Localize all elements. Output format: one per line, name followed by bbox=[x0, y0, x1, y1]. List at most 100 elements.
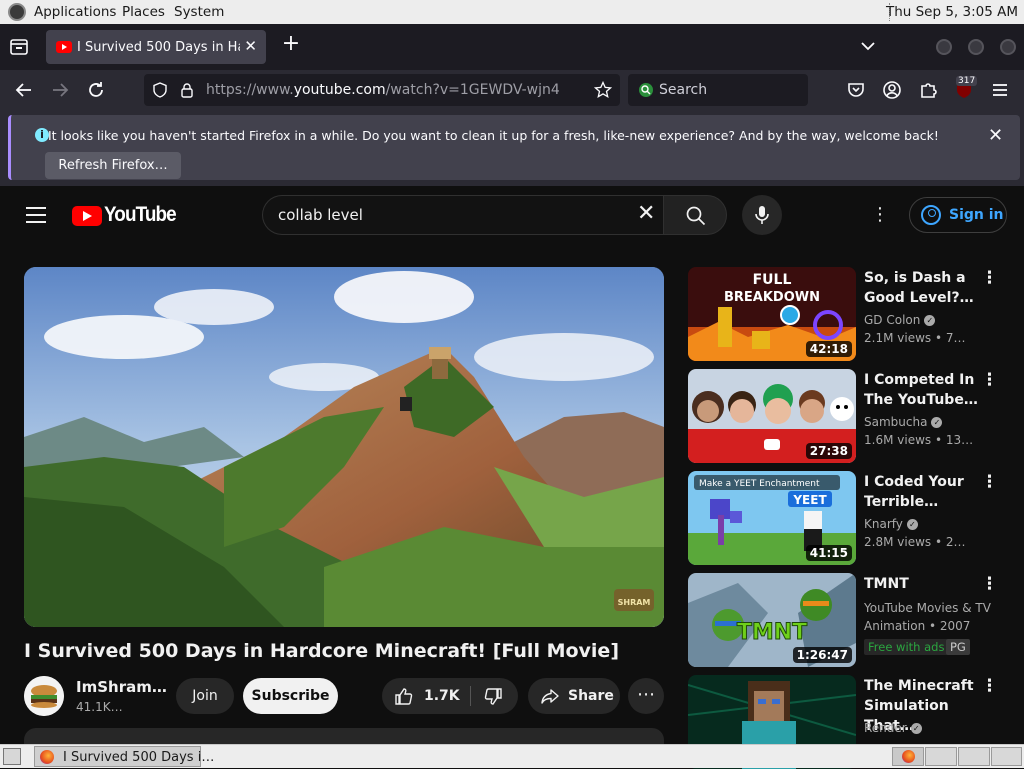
youtube-search-button[interactable] bbox=[663, 195, 727, 235]
forward-arrow-icon[interactable] bbox=[48, 78, 72, 102]
youtube-search-input[interactable]: collab level ✕ bbox=[262, 195, 664, 235]
recommendation-title[interactable]: TMNT bbox=[864, 574, 982, 594]
recommendation-item[interactable]: 27:38 I Competed In The YouTube… Sambuch… bbox=[688, 369, 1018, 463]
video-thumbnail[interactable]: TMNT 1:26:47 bbox=[688, 573, 856, 667]
notification-close-icon[interactable]: ✕ bbox=[988, 125, 1003, 146]
gnome-foot-icon[interactable] bbox=[8, 3, 26, 21]
thumb-text-line2: BREAKDOWN bbox=[724, 290, 820, 305]
channel-avatar[interactable] bbox=[24, 676, 64, 716]
video-thumbnail[interactable]: FULL BREAKDOWN 42:18 bbox=[688, 267, 856, 361]
voice-search-button[interactable] bbox=[742, 195, 782, 235]
show-desktop-icon[interactable] bbox=[3, 748, 21, 765]
tracking-protection-shield-icon[interactable] bbox=[152, 82, 168, 98]
youtube-wordmark[interactable]: YouTube bbox=[104, 203, 177, 227]
svg-text:SHRAM: SHRAM bbox=[618, 598, 651, 607]
channel-label: Render bbox=[864, 721, 907, 735]
join-button[interactable]: Join bbox=[176, 678, 234, 714]
youtube-favicon-icon bbox=[56, 41, 72, 53]
clock[interactable]: Thu Sep 5, 3:05 AM bbox=[886, 4, 1018, 20]
workspace-2[interactable] bbox=[925, 747, 957, 766]
video-frame-minecraft-landscape: SHRAM bbox=[24, 267, 664, 627]
tab-close-icon[interactable]: ✕ bbox=[244, 37, 257, 55]
url-text[interactable]: https://www.youtube.com/watch?v=1GEWDV-w… bbox=[206, 82, 560, 98]
channel-name[interactable]: ImShram… bbox=[76, 678, 167, 696]
recommendation-channel[interactable]: Sambucha ✓ bbox=[864, 415, 943, 429]
account-circle-icon bbox=[921, 205, 941, 225]
recommendation-item[interactable]: YEET Make a YEET Enchantment 41:15 I Cod… bbox=[688, 471, 1018, 565]
action-menu-icon[interactable]: ⋮ bbox=[981, 269, 998, 287]
settings-more-icon[interactable]: ⋮ bbox=[870, 204, 890, 226]
web-search-bar[interactable]: Search bbox=[628, 74, 808, 106]
hamburger-menu-icon[interactable] bbox=[988, 78, 1012, 102]
recommendation-channel[interactable]: YouTube Movies & TV bbox=[864, 601, 991, 615]
more-actions-icon[interactable]: ⋯ bbox=[628, 678, 664, 714]
recommendation-channel[interactable]: GD Colon ✓ bbox=[864, 313, 936, 327]
video-player[interactable]: SHRAM bbox=[24, 267, 664, 627]
clear-search-icon[interactable]: ✕ bbox=[637, 202, 655, 226]
window-maximize-button[interactable] bbox=[968, 39, 984, 55]
workspace-4[interactable] bbox=[991, 747, 1022, 766]
subscribe-button[interactable]: Subscribe bbox=[243, 678, 338, 714]
action-menu-icon[interactable]: ⋮ bbox=[981, 575, 998, 593]
tab-strip: I Survived 500 Days in Hardcore Minecraf… bbox=[0, 24, 1024, 70]
firefox-view-icon[interactable] bbox=[8, 36, 30, 58]
workspace-1[interactable] bbox=[892, 747, 924, 766]
bookmark-star-icon[interactable] bbox=[594, 81, 612, 99]
url-prefix: https://www. bbox=[206, 82, 294, 98]
recommendation-title[interactable]: I Coded Your Terrible… bbox=[864, 472, 982, 512]
video-duration: 1:26:47 bbox=[792, 647, 852, 663]
youtube-logo-icon[interactable] bbox=[72, 206, 102, 226]
taskbar-window-label: I Survived 500 Days i… bbox=[63, 750, 215, 765]
tab-active[interactable]: I Survived 500 Days in Hardcore Minecraf… bbox=[46, 30, 266, 64]
video-duration: 41:15 bbox=[805, 545, 852, 561]
recommendation-item[interactable]: TMNT 1:26:47 TMNT YouTube Movies & TV An… bbox=[688, 573, 1018, 667]
like-button[interactable]: 1.7K bbox=[382, 678, 470, 714]
share-button[interactable]: Share bbox=[528, 678, 620, 714]
window-close-button[interactable] bbox=[1000, 39, 1016, 55]
guide-menu-icon[interactable] bbox=[26, 207, 46, 223]
reload-icon[interactable] bbox=[84, 78, 108, 102]
search-query[interactable]: collab level bbox=[278, 206, 363, 224]
url-bar[interactable]: https://www.youtube.com/watch?v=1GEWDV-w… bbox=[144, 74, 620, 106]
channel-label: Sambucha bbox=[864, 415, 928, 429]
refresh-firefox-button[interactable]: Refresh Firefox… bbox=[45, 152, 181, 179]
video-duration: 27:38 bbox=[805, 443, 852, 459]
dislike-button[interactable] bbox=[471, 678, 518, 714]
verified-check-icon: ✓ bbox=[910, 723, 922, 734]
recommendation-title[interactable]: So, is Dash a Good Level?… bbox=[864, 268, 982, 308]
burger-logo-icon bbox=[24, 676, 64, 716]
taskbar-window-firefox[interactable]: I Survived 500 Days i… bbox=[34, 746, 214, 767]
system-menu[interactable]: System bbox=[174, 4, 224, 20]
pocket-icon[interactable] bbox=[844, 78, 868, 102]
list-all-tabs-chevron-icon[interactable] bbox=[860, 38, 876, 54]
places-menu[interactable]: Places bbox=[122, 4, 165, 20]
applications-menu[interactable]: Applications bbox=[34, 4, 116, 20]
new-tab-button[interactable]: + bbox=[280, 33, 302, 57]
back-arrow-icon[interactable] bbox=[12, 78, 36, 102]
share-arrow-icon bbox=[541, 689, 559, 704]
description-box[interactable] bbox=[24, 728, 664, 744]
recommendation-item[interactable]: FULL BREAKDOWN 42:18 So, is Dash a Good … bbox=[688, 267, 1018, 361]
padlock-icon[interactable] bbox=[180, 82, 194, 98]
extensions-puzzle-icon[interactable] bbox=[916, 78, 940, 102]
action-menu-icon[interactable]: ⋮ bbox=[981, 677, 998, 695]
video-thumbnail[interactable]: YEET Make a YEET Enchantment 41:15 bbox=[688, 471, 856, 565]
recommendation-channel[interactable]: Render ✓ bbox=[864, 721, 922, 735]
window-minimize-button[interactable] bbox=[936, 39, 952, 55]
workspace-3[interactable] bbox=[958, 747, 990, 766]
action-menu-icon[interactable]: ⋮ bbox=[981, 371, 998, 389]
recommendation-title[interactable]: I Competed In The YouTube… bbox=[864, 370, 982, 410]
account-icon[interactable] bbox=[880, 78, 904, 102]
recommendation-meta: Animation • 2007 bbox=[864, 619, 971, 633]
sign-in-label: Sign in bbox=[949, 207, 1004, 223]
recommendation-channel[interactable]: Knarfy ✓ bbox=[864, 517, 918, 531]
ublock-count-badge: 317 bbox=[956, 76, 978, 86]
like-count: 1.7K bbox=[424, 688, 460, 704]
video-thumbnail[interactable]: 27:38 bbox=[688, 369, 856, 463]
bottom-taskbar: I Survived 500 Days i… bbox=[0, 744, 1024, 768]
recommendation-meta: 2.8M views • 2… bbox=[864, 535, 966, 549]
sign-in-button[interactable]: Sign in bbox=[909, 197, 1007, 233]
action-menu-icon[interactable]: ⋮ bbox=[981, 473, 998, 491]
workspace-firefox-icon bbox=[902, 750, 915, 763]
subscriber-count: 41.1K… bbox=[76, 700, 123, 714]
